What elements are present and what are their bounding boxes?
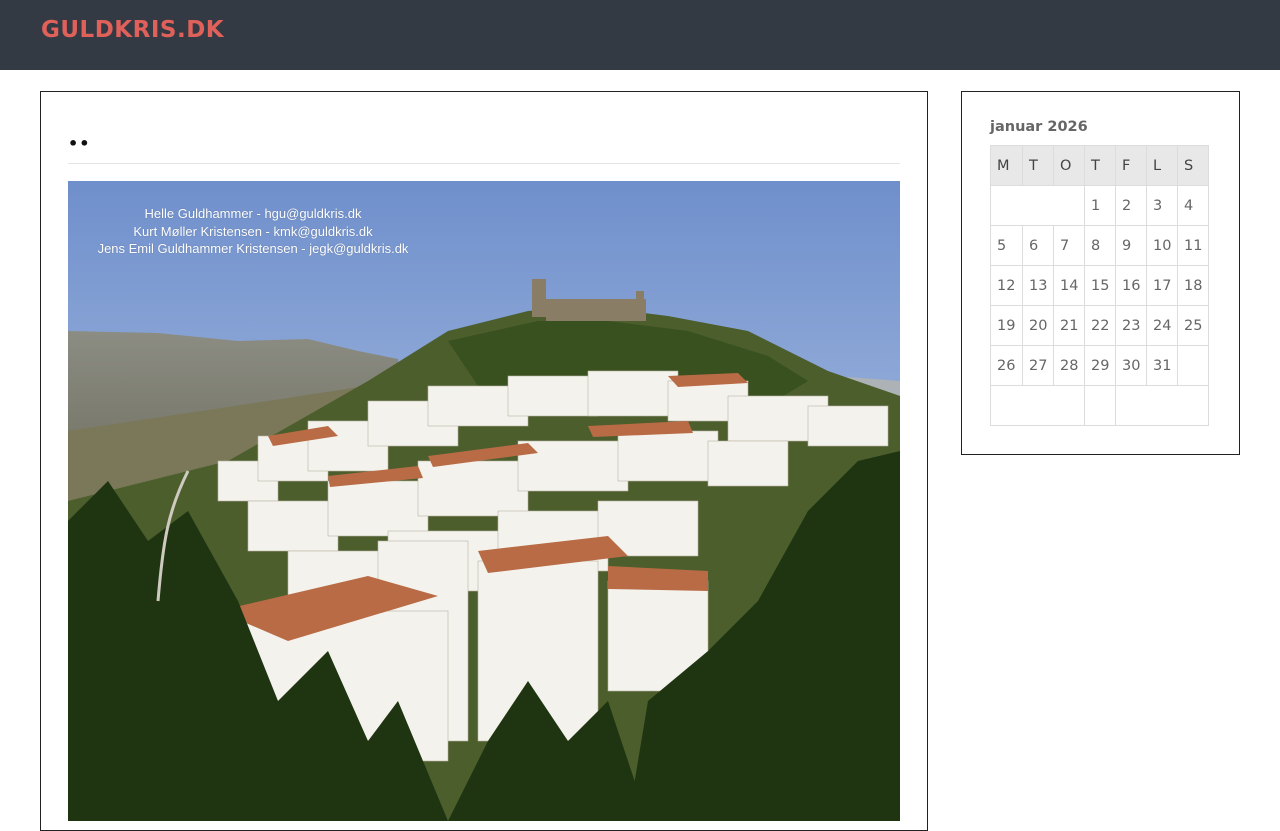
calendar-day: 7 (1053, 225, 1085, 266)
calendar-weekday-row: M T O T F L S (990, 145, 1209, 186)
calendar-week-row: 26 27 28 29 30 31 (990, 345, 1209, 386)
image-caption: Helle Guldhammer - hgu@guldkris.dk Kurt … (68, 205, 438, 258)
site-title-link[interactable]: GULDKRIS.DK (41, 17, 224, 43)
calendar-day: 9 (1115, 225, 1147, 266)
caption-line: Helle Guldhammer - hgu@guldkris.dk (144, 206, 362, 221)
caption-line: Jens Emil Guldhammer Kristensen - jegk@g… (97, 241, 409, 256)
calendar-day: 20 (1022, 305, 1054, 346)
calendar-day: 30 (1115, 345, 1147, 386)
calendar-day: 22 (1084, 305, 1116, 346)
sidebar-calendar-widget: januar 2026 M T O T F L S 1 2 3 4 5 6 7 … (961, 91, 1240, 455)
post-title: •• (68, 134, 91, 153)
site-header: GULDKRIS.DK (0, 0, 1280, 70)
calendar-day: 14 (1053, 265, 1085, 306)
calendar-day: 2 (1115, 185, 1147, 226)
calendar-day: 31 (1146, 345, 1178, 386)
calendar-day: 12 (990, 265, 1023, 306)
calendar-prev-cell (990, 385, 1085, 426)
calendar-week-row: 5 6 7 8 9 10 11 (990, 225, 1209, 266)
calendar-day: 16 (1115, 265, 1147, 306)
calendar-next-cell (1115, 385, 1209, 426)
calendar-day: 28 (1053, 345, 1085, 386)
weekday-header: T (1022, 145, 1054, 186)
calendar-day: 26 (990, 345, 1023, 386)
calendar-day: 1 (1084, 185, 1116, 226)
calendar-day: 29 (1084, 345, 1116, 386)
calendar-day: 10 (1146, 225, 1178, 266)
calendar-day: 15 (1084, 265, 1116, 306)
calendar-day: 13 (1022, 265, 1054, 306)
calendar-week-row: 1 2 3 4 (990, 185, 1209, 226)
calendar-pad-cell (1177, 345, 1209, 386)
weekday-header: L (1146, 145, 1178, 186)
calendar-day: 4 (1177, 185, 1209, 226)
weekday-header: M (990, 145, 1023, 186)
calendar-day: 6 (1022, 225, 1054, 266)
calendar-day: 8 (1084, 225, 1116, 266)
weekday-header: F (1115, 145, 1147, 186)
calendar-day: 24 (1146, 305, 1178, 346)
calendar-day: 21 (1053, 305, 1085, 346)
weekday-header: S (1177, 145, 1209, 186)
calendar-table: M T O T F L S 1 2 3 4 5 6 7 8 9 10 11 12… (990, 145, 1209, 426)
calendar-day: 11 (1177, 225, 1209, 266)
post-content-box: •• Helle Guldhammer - hgu@guldkris.dk Ku… (40, 91, 928, 831)
village-photo-graphic (68, 181, 900, 821)
calendar-pad-cell (1084, 385, 1116, 426)
calendar-day: 3 (1146, 185, 1178, 226)
calendar-day: 18 (1177, 265, 1209, 306)
calendar-day: 23 (1115, 305, 1147, 346)
title-divider (68, 163, 900, 164)
calendar-day: 5 (990, 225, 1023, 266)
calendar-pad-cell (990, 185, 1085, 226)
calendar-week-row: 19 20 21 22 23 24 25 (990, 305, 1209, 346)
calendar-day: 25 (1177, 305, 1209, 346)
calendar-nav-row (990, 385, 1209, 426)
calendar-day: 27 (1022, 345, 1054, 386)
calendar-day: 19 (990, 305, 1023, 346)
weekday-header: O (1053, 145, 1085, 186)
calendar-day: 17 (1146, 265, 1178, 306)
village-photo: Helle Guldhammer - hgu@guldkris.dk Kurt … (68, 181, 900, 821)
calendar-caption: januar 2026 (990, 119, 1088, 135)
caption-line: Kurt Møller Kristensen - kmk@guldkris.dk (133, 223, 373, 239)
calendar-week-row: 12 13 14 15 16 17 18 (990, 265, 1209, 306)
weekday-header: T (1084, 145, 1116, 186)
